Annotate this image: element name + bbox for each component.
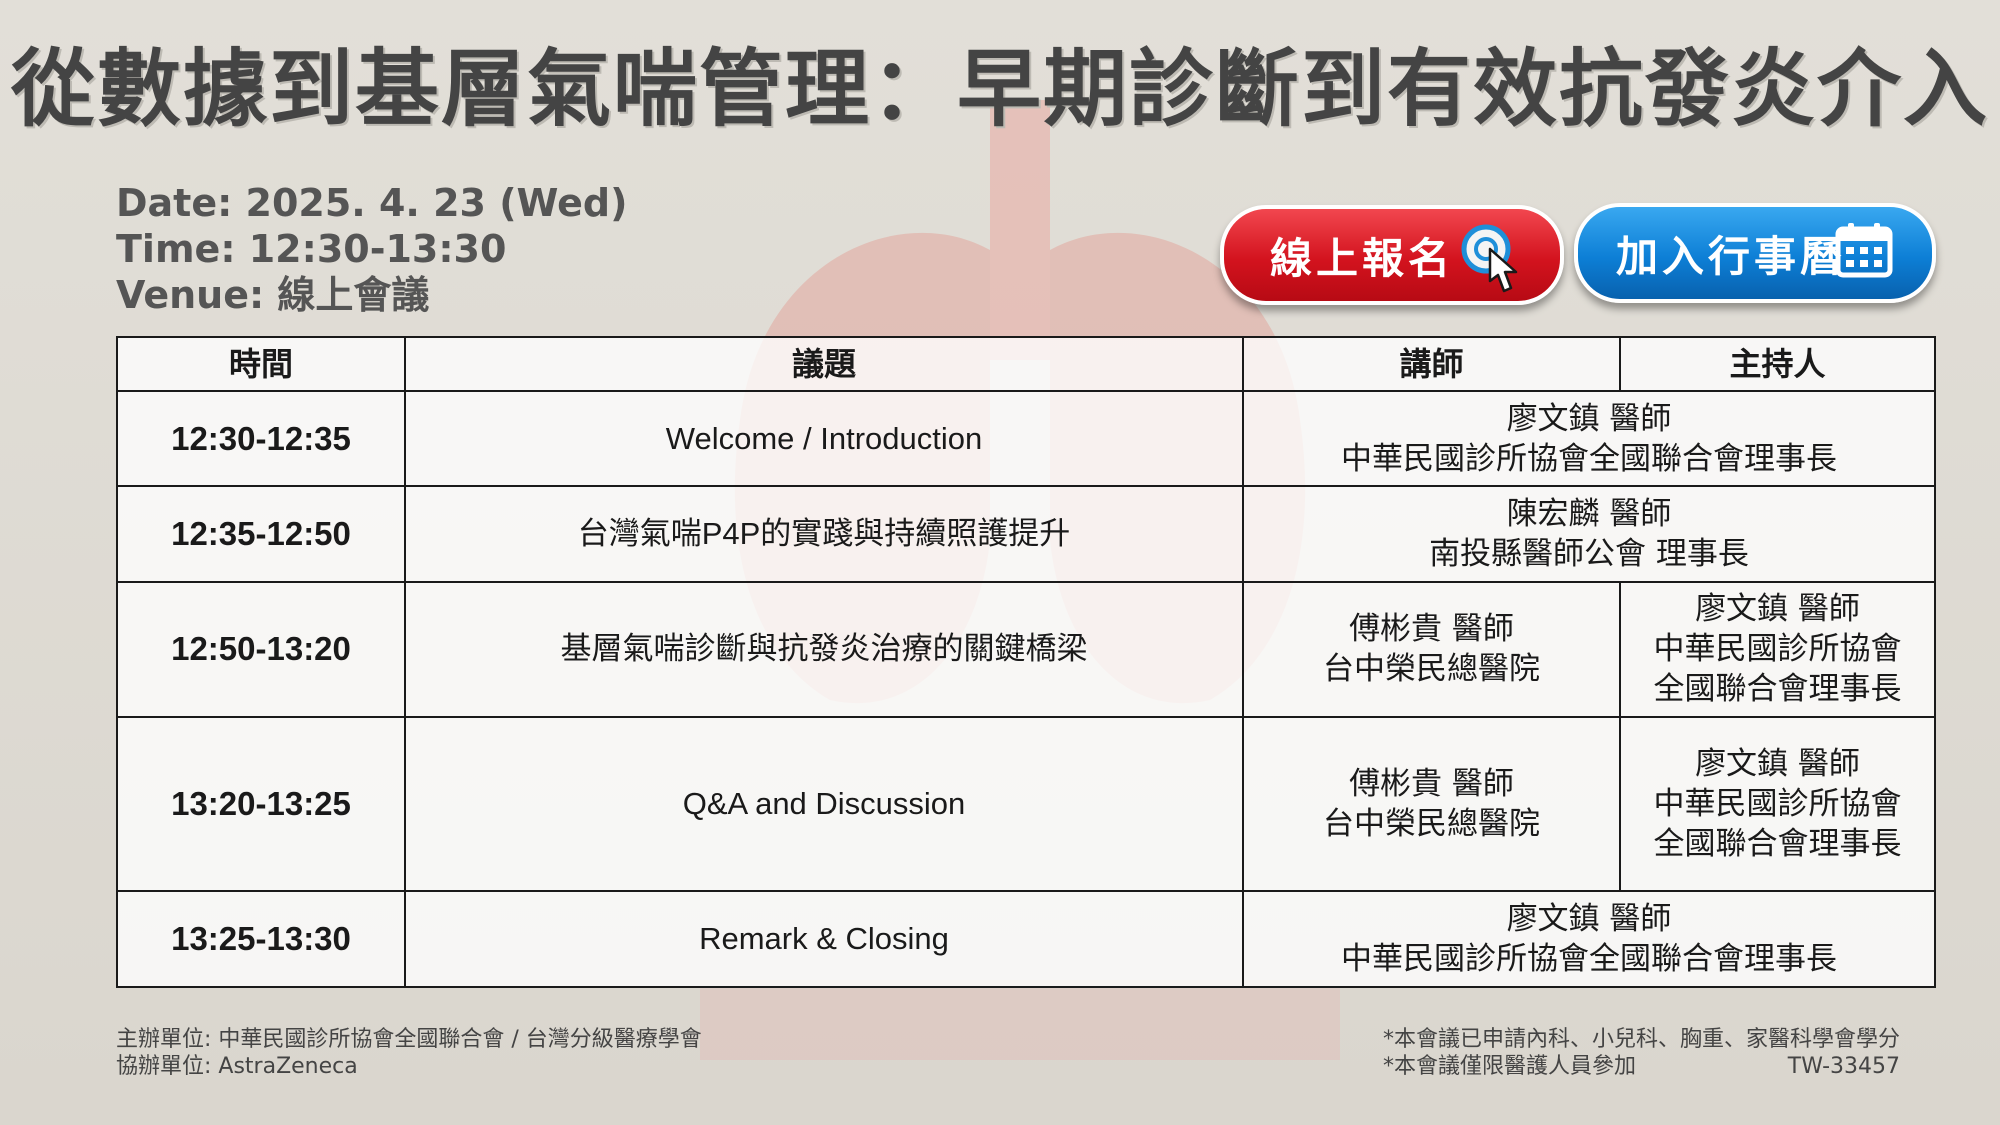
attendance-note: *本會議僅限醫護人員參加 [1382,1054,1636,1079]
session-time: 12:35-12:50 [116,485,406,583]
session-topic: Q&A and Discussion [404,715,1244,893]
table-row: 13:25-13:30 Remark & Closing 廖文鎮 醫師 中華民國… [116,890,1936,988]
event-time: Time: 12:30-13:30 [116,227,507,271]
speaker-name: 傅彬貴 醫師 [1349,611,1514,648]
document-code: TW-33457 [1787,1054,1900,1079]
moderator-cell: 廖文鎮 醫師 中華民國診所協會 全國聯合會理事長 [1619,580,1936,718]
slide: 從數據到基層氣喘管理：早期診斷到有效抗發炎介入 Date: 2025. 4. 2… [0,0,2000,1125]
header-speaker: 講師 [1242,336,1621,392]
session-topic: Welcome / Introduction [404,389,1244,488]
session-time: 13:20-13:25 [116,715,406,893]
moderator-title: 全國聯合會理事長 [1653,826,1902,863]
add-to-calendar-button[interactable]: 加入行事曆 [1574,203,1936,303]
speaker-title: 南投縣醫師公會 理事長 [1429,536,1749,573]
session-time: 13:25-13:30 [116,890,406,988]
event-date: Date: 2025. 4. 23 (Wed) [116,181,628,225]
session-time: 12:50-13:20 [116,580,406,718]
header-time: 時間 [116,336,406,392]
calendar-button-label: 加入行事曆 [1616,231,1847,281]
speaker-cell: 傅彬貴 醫師 台中榮民總醫院 [1242,580,1621,718]
footer-notes: *本會議已申請內科、小兒科、胸重、家醫科學會學分 *本會議僅限醫護人員參加 TW… [1383,1026,1900,1080]
table-row: 13:20-13:25 Q&A and Discussion 傅彬貴 醫師 台中… [116,715,1936,893]
header-moderator: 主持人 [1619,336,1936,392]
register-online-button[interactable]: 線上報名 [1220,205,1564,305]
event-venue: Venue: 線上會議 [116,273,430,317]
speaker-cell: 廖文鎮 醫師 中華民國診所協會全國聯合會理事長 [1242,890,1936,988]
moderator-name: 廖文鎮 醫師 [1695,746,1860,783]
page-title: 從數據到基層氣喘管理：早期診斷到有效抗發炎介入 [10,40,1989,138]
header-topic: 議題 [404,336,1244,392]
session-time: 12:30-12:35 [116,389,406,488]
session-topic: 台灣氣喘P4P的實踐與持續照護提升 [404,485,1244,583]
speaker-title: 台中榮民總醫院 [1323,651,1540,688]
speaker-name: 陳宏麟 醫師 [1506,496,1672,533]
session-topic: 基層氣喘診斷與抗發炎治療的關鍵橋梁 [404,580,1244,718]
speaker-name: 廖文鎮 醫師 [1506,901,1672,938]
table-row: 12:30-12:35 Welcome / Introduction 廖文鎮 醫… [116,389,1936,488]
moderator-title: 全國聯合會理事長 [1653,671,1902,708]
moderator-title: 中華民國診所協會 [1653,631,1902,668]
speaker-title: 中華民國診所協會全國聯合會理事長 [1341,941,1837,978]
table-row: 12:50-13:20 基層氣喘診斷與抗發炎治療的關鍵橋梁 傅彬貴 醫師 台中榮… [116,580,1936,718]
moderator-title: 中華民國診所協會 [1653,786,1902,823]
agenda-table: 時間 議題 講師 主持人 12:30-12:35 Welcome / Intro… [116,336,1936,988]
pointer-click-icon [1461,224,1518,293]
speaker-name: 廖文鎮 醫師 [1506,400,1672,437]
speaker-title: 台中榮民總醫院 [1323,806,1540,843]
co-organizer: 協辦單位: AstraZeneca [116,1054,358,1079]
speaker-name: 傅彬貴 醫師 [1349,766,1514,803]
event-info: Date: 2025. 4. 23 (Wed) Time: 12:30-13:3… [116,180,627,318]
organizer: 主辦單位: 中華民國診所協會全國聯合會 / 台灣分級醫療學會 [116,1027,702,1052]
speaker-title: 中華民國診所協會全國聯合會理事長 [1341,440,1837,477]
speaker-cell: 陳宏麟 醫師 南投縣醫師公會 理事長 [1242,485,1936,583]
register-button-label: 線上報名 [1270,233,1455,283]
moderator-cell: 廖文鎮 醫師 中華民國診所協會 全國聯合會理事長 [1619,715,1936,893]
table-row: 12:35-12:50 台灣氣喘P4P的實踐與持續照護提升 陳宏麟 醫師 南投縣… [116,485,1936,583]
session-topic: Remark & Closing [404,890,1244,988]
table-header-row: 時間 議題 講師 主持人 [116,336,1936,392]
credits-note: *本會議已申請內科、小兒科、胸重、家醫科學會學分 [1382,1027,1900,1052]
speaker-cell: 傅彬貴 醫師 台中榮民總醫院 [1242,715,1621,893]
organizer-info: 主辦單位: 中華民國診所協會全國聯合會 / 台灣分級醫療學會 協辦單位: Ast… [116,1026,702,1080]
speaker-cell: 廖文鎮 醫師 中華民國診所協會全國聯合會理事長 [1242,389,1936,488]
moderator-name: 廖文鎮 醫師 [1695,591,1860,628]
calendar-icon [1835,223,1893,278]
